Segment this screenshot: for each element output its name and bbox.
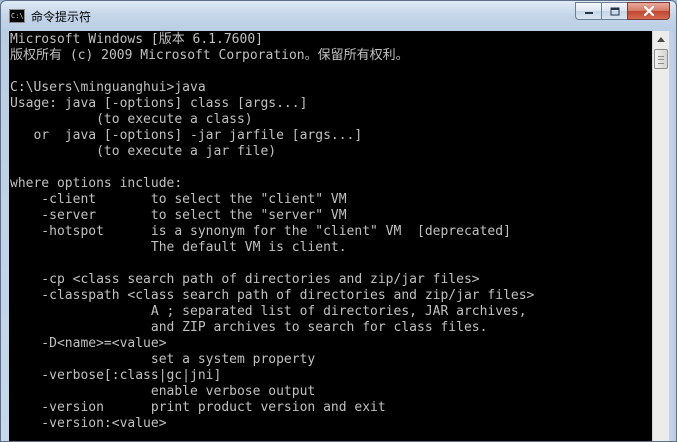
scroll-up-arrow-icon [657, 37, 665, 42]
scroll-up-button[interactable] [653, 31, 669, 48]
console-line: -version:<value> [10, 416, 167, 431]
console-window: C:\ 命令提示符 Microsoft Windows [版本 6.1.7600… [0, 0, 677, 442]
console-line: (to execute a class) [10, 112, 253, 127]
console-line: and ZIP archives to search for class fil… [10, 320, 488, 335]
console-line: C:\Users\minguanghui>java [10, 80, 206, 95]
window-title: 命令提示符 [31, 10, 92, 24]
console-line: enable verbose output [10, 384, 316, 399]
minimize-icon [584, 12, 593, 14]
console-line: -cp <class search path of directories an… [10, 272, 480, 287]
console-line: -D<name>=<value> [10, 336, 167, 351]
console-line: set a system property [10, 352, 316, 367]
console-app-icon[interactable]: C:\ [9, 9, 25, 23]
maximize-icon [610, 7, 619, 15]
title-bar[interactable]: C:\ 命令提示符 [1, 1, 676, 31]
window-right-border [669, 31, 676, 441]
console-line: -hotspot is a synonym for the "client" V… [10, 224, 511, 239]
console-line: -client to select the "client" VM [10, 192, 347, 207]
console-line: where options include: [10, 176, 183, 191]
console-line: or java [-options] -jar jarfile [args...… [10, 128, 363, 143]
close-icon [643, 6, 654, 16]
console-line: (to execute a jar file) [10, 144, 277, 159]
scrollbar-grip [658, 56, 664, 64]
vertical-scrollbar[interactable] [652, 31, 669, 441]
console-output[interactable]: Microsoft Windows [版本 6.1.7600] 版权所有 (c)… [9, 31, 652, 441]
console-line: -classpath <class search path of directo… [10, 288, 535, 303]
console-line: 版权所有 (c) 2009 Microsoft Corporation。保留所有… [10, 48, 409, 63]
console-line: Usage: java [-options] class [args...] [10, 96, 308, 111]
console-line: A ; separated list of directories, JAR a… [10, 304, 527, 319]
minimize-button[interactable] [575, 2, 601, 20]
caption-buttons [575, 2, 670, 20]
console-lines: Microsoft Windows [版本 6.1.7600] 版权所有 (c)… [10, 32, 534, 432]
scrollbar-thumb[interactable] [654, 49, 668, 69]
console-line: The default VM is client. [10, 240, 347, 255]
console-line: Microsoft Windows [版本 6.1.7600] [10, 32, 263, 47]
maximize-button[interactable] [601, 2, 627, 20]
console-line: -verbose[:class|gc|jni] [10, 368, 222, 383]
console-line: -version print product version and exit [10, 400, 386, 415]
close-button[interactable] [627, 2, 670, 20]
console-line: -server to select the "server" VM [10, 208, 347, 223]
